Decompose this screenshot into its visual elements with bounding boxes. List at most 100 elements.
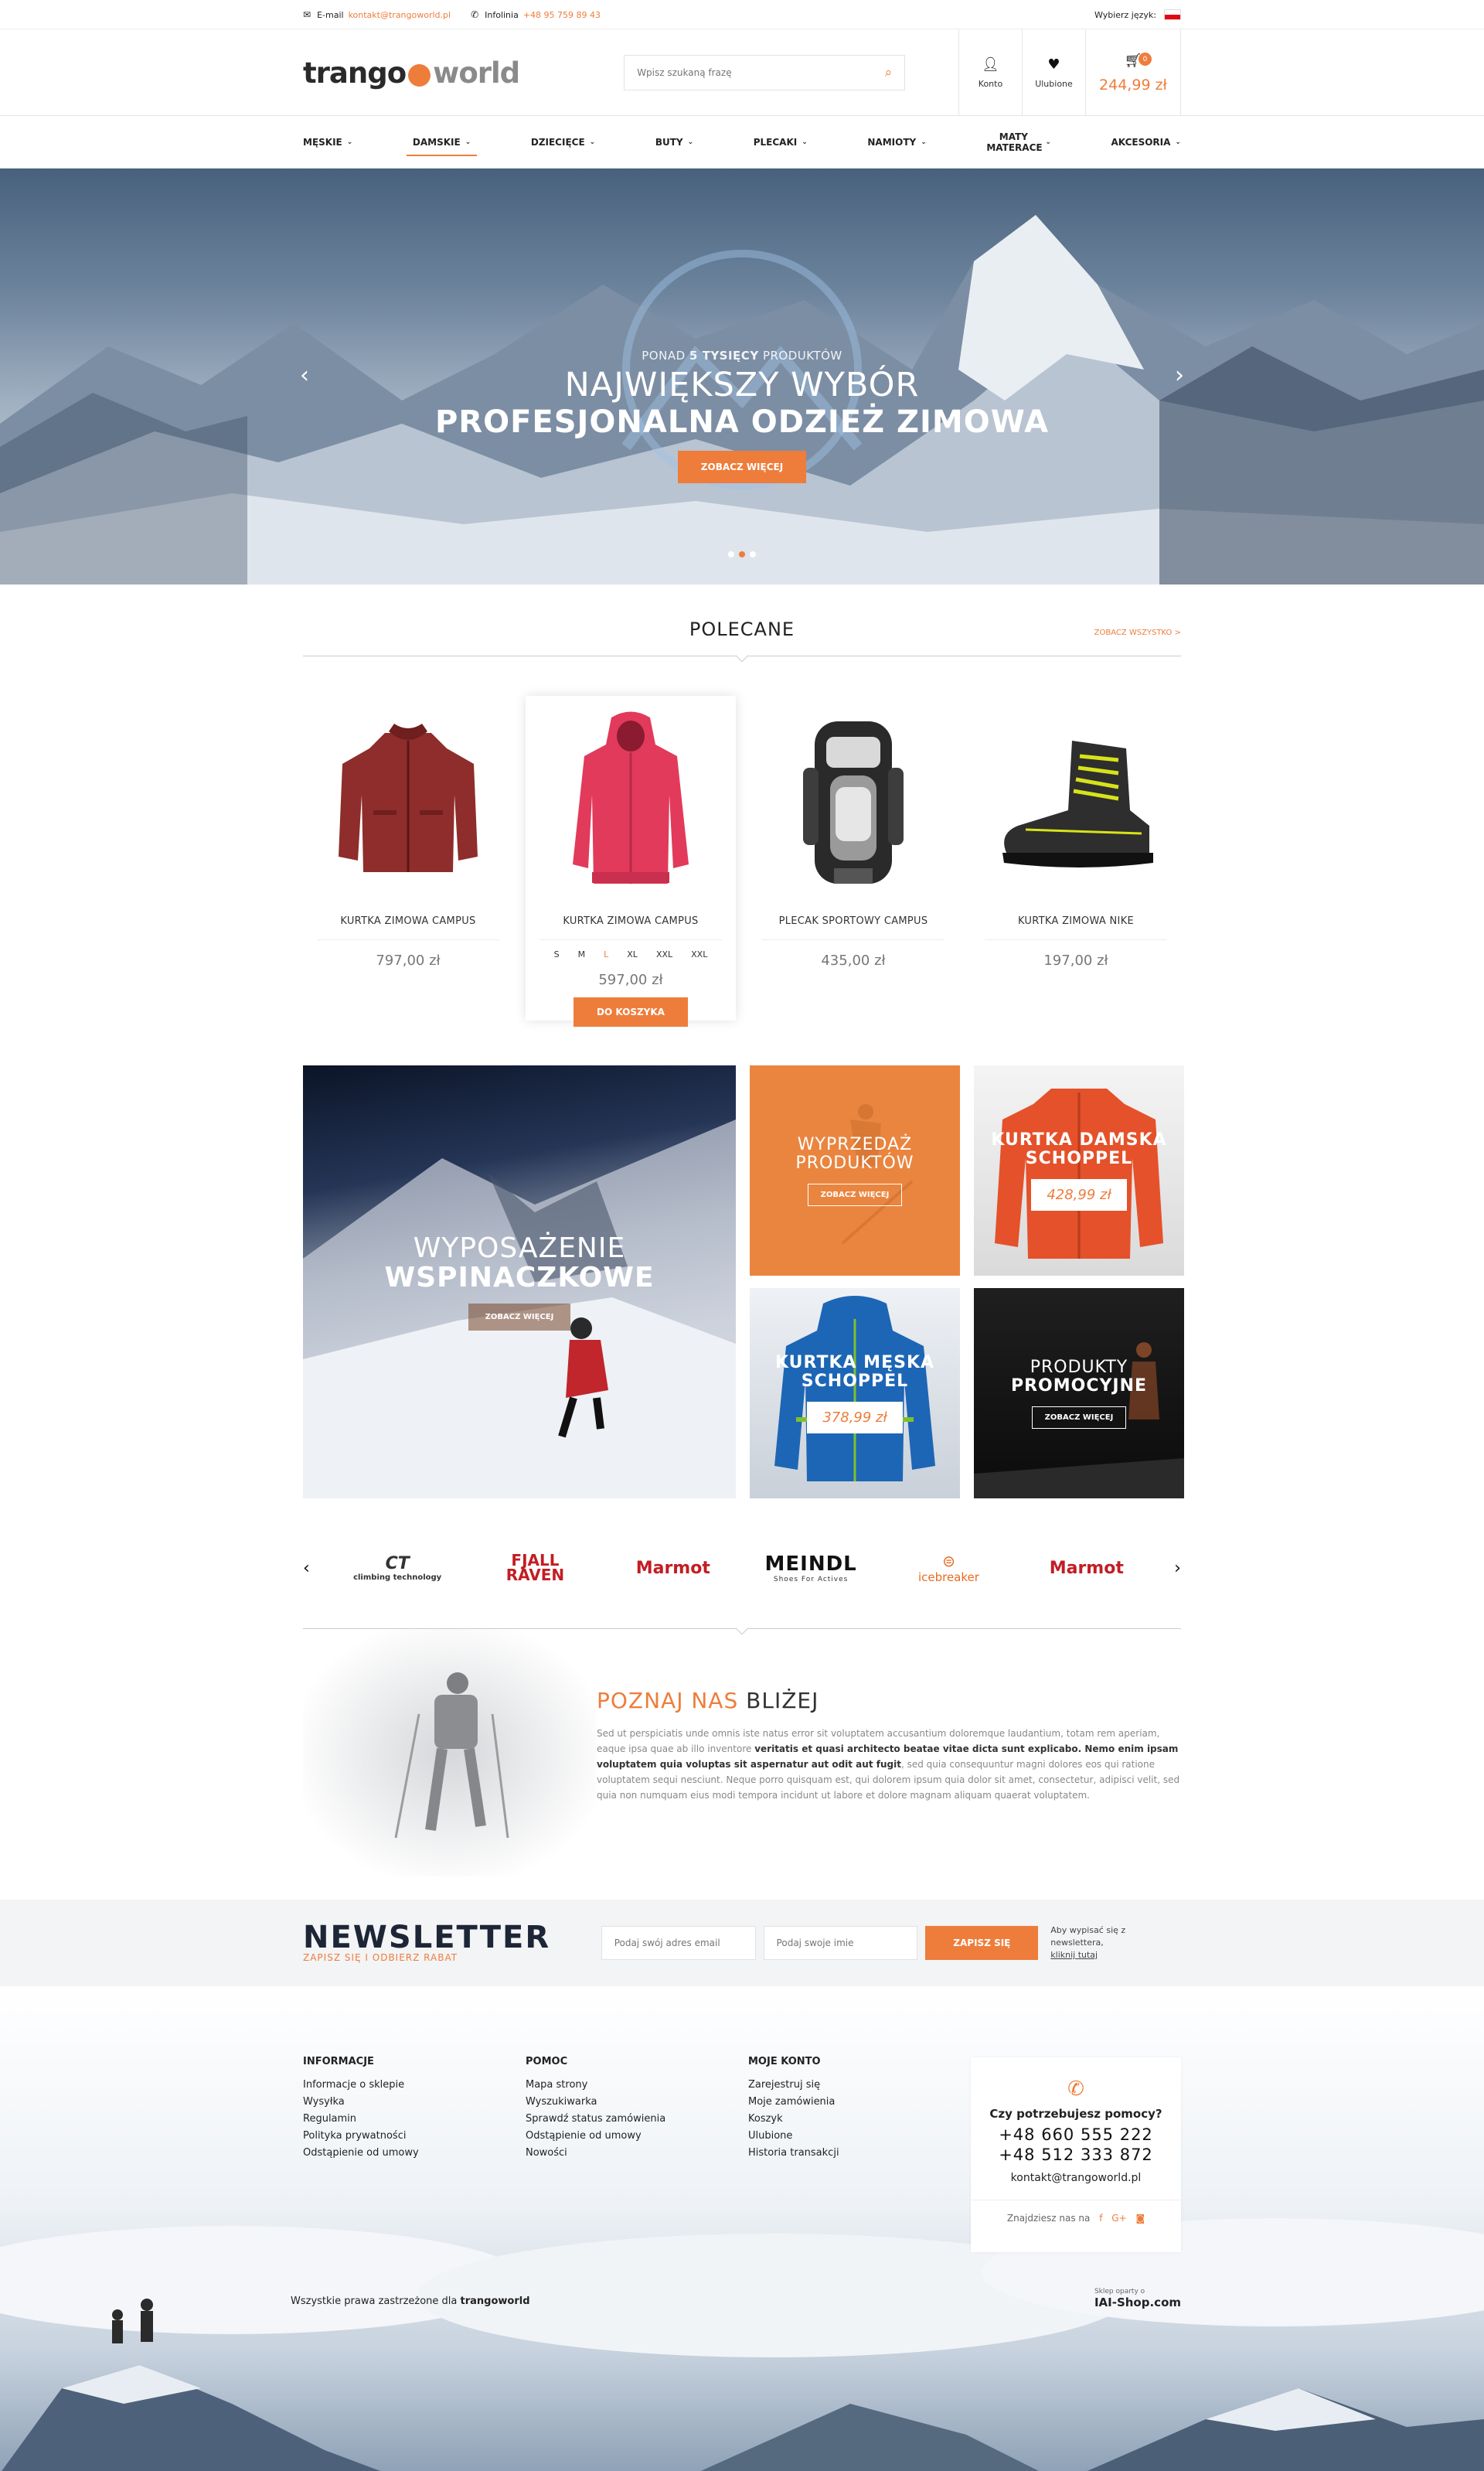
product-name[interactable]: PLECAK SPORTOWY CAMPUS xyxy=(748,915,958,927)
footer-column-my-account: MOJE KONTO Zarejestruj się Moje zamówien… xyxy=(748,2056,971,2162)
product-image[interactable] xyxy=(526,710,736,895)
footer-link[interactable]: Polityka prywatności xyxy=(303,2128,526,2145)
email-link[interactable]: kontakt@trangoworld.pl xyxy=(349,10,451,20)
size-option[interactable]: XXL xyxy=(656,949,672,959)
search-input[interactable] xyxy=(637,67,885,78)
help-phone-1[interactable]: +48 660 555 222 xyxy=(971,2125,1181,2144)
newsletter-name-input[interactable] xyxy=(763,1926,918,1960)
footer-link[interactable]: Regulamin xyxy=(303,2111,526,2128)
help-phone-2[interactable]: +48 512 333 872 xyxy=(971,2146,1181,2164)
product-name[interactable]: KURTKA ZIMOWA NIKE xyxy=(971,915,1181,927)
language-selector[interactable]: Wybierz język: xyxy=(1094,9,1181,20)
footer-link[interactable]: Historia transakcji xyxy=(748,2145,971,2162)
banner-line1: WYPOSAŻENIE xyxy=(413,1232,626,1264)
account-button[interactable]: 👤︎ Konto xyxy=(958,29,1022,116)
footer-link[interactable]: Moje zamówienia xyxy=(748,2094,971,2111)
brands-next-arrow-icon[interactable]: › xyxy=(1174,1559,1181,1578)
banner-button[interactable]: ZOBACZ WIĘCEJ xyxy=(1031,1406,1127,1429)
banner-line1: KURTKA DAMSKA xyxy=(991,1130,1167,1150)
banner-mens-jacket[interactable]: KURTKA MĘSKA SCHOPPEL 378,99 zł xyxy=(750,1288,960,1498)
slide-dot-active[interactable] xyxy=(739,551,745,557)
favorites-button[interactable]: ♥ Ulubione xyxy=(1022,29,1085,116)
hero-cta-button[interactable]: ZOBACZ WIĘCEJ xyxy=(677,451,807,483)
banner-sale[interactable]: WYPRZEDAŻ PRODUKTÓW ZOBACZ WIĘCEJ xyxy=(750,1065,960,1276)
size-option[interactable]: S xyxy=(554,949,560,959)
iai-small-text: Sklep oparty o xyxy=(1094,2288,1145,2295)
google-plus-icon[interactable]: G+ xyxy=(1111,2213,1126,2224)
help-email[interactable]: kontakt@trangoworld.pl xyxy=(971,2172,1181,2184)
size-option[interactable]: XL xyxy=(627,949,638,959)
icebreaker-symbol-icon: ⊜ xyxy=(942,1552,955,1570)
product-card-hovered[interactable]: KURTKA ZIMOWA CAMPUS S M L XL XXL XXL 59… xyxy=(526,696,736,1027)
iai-shop-badge[interactable]: Sklep oparty o IAI-Shop.com xyxy=(1094,2288,1181,2309)
footer-link[interactable]: Informacje o sklepie xyxy=(303,2077,526,2094)
hotline-link[interactable]: +48 95 759 89 43 xyxy=(523,10,601,20)
product-image[interactable] xyxy=(971,710,1181,895)
newsletter-unsubscribe-link[interactable]: kliknij tutaj xyxy=(1050,1950,1098,1960)
nav-label: DZIECIĘCE xyxy=(530,137,585,148)
banner-button[interactable]: ZOBACZ WIĘCEJ xyxy=(807,1183,903,1206)
facebook-icon[interactable]: f xyxy=(1099,2213,1102,2224)
polish-flag-icon[interactable] xyxy=(1164,9,1181,20)
footer-link[interactable]: Zarejestruj się xyxy=(748,2077,971,2094)
add-to-cart-button[interactable]: DO KOSZYKA xyxy=(574,997,688,1027)
brand-logo-marmot[interactable]: Marmot xyxy=(623,1559,723,1578)
nav-label: DAMSKIE xyxy=(412,137,461,148)
footer-link[interactable]: Mapa strony xyxy=(526,2077,748,2094)
see-all-link[interactable]: ZOBACZ WSZYSTKO > xyxy=(1094,629,1181,637)
nav-item-namioty[interactable]: NAMIOTY ⌄ xyxy=(867,116,926,169)
nav-item-plecaki[interactable]: PLECAKI ⌄ xyxy=(754,116,808,169)
slide-dot[interactable] xyxy=(728,551,734,557)
banner-line1: PRODUKTY xyxy=(1030,1357,1128,1377)
footer-link[interactable]: Odstąpienie od umowy xyxy=(303,2145,526,2162)
cart-count-badge: 0 xyxy=(1139,53,1152,66)
brand-logo-icebreaker[interactable]: ⊜ icebreaker xyxy=(898,1552,999,1584)
footer-link[interactable]: Wyszukiwarka xyxy=(526,2094,748,2111)
footer-link[interactable]: Ulubione xyxy=(748,2128,971,2145)
search-icon[interactable]: ⌕ xyxy=(885,65,893,80)
newsletter-subscribe-button[interactable]: ZAPISZ SIĘ xyxy=(925,1926,1039,1960)
banner-womens-jacket[interactable]: KURTKA DAMSKA SCHOPPEL 428,99 zł xyxy=(974,1065,1184,1276)
chevron-down-icon: ⌄ xyxy=(802,138,808,146)
slide-dot[interactable] xyxy=(750,551,756,557)
footer-link[interactable]: Nowości xyxy=(526,2145,748,2162)
banner-button[interactable]: ZOBACZ WIĘCEJ xyxy=(468,1303,571,1331)
size-option[interactable]: M xyxy=(578,949,586,959)
banner-climbing-equipment[interactable]: WYPOSAŻENIE WSPINACZKOWE ZOBACZ WIĘCEJ xyxy=(303,1065,736,1498)
nav-item-damskie[interactable]: DAMSKIE ⌄ xyxy=(406,116,478,169)
brand-subtext: RAVEN xyxy=(505,1566,565,1584)
product-image[interactable] xyxy=(748,710,958,895)
nav-item-meskie[interactable]: MĘSKIE ⌄ xyxy=(303,116,352,169)
nav-item-dzieciece[interactable]: DZIECIĘCE ⌄ xyxy=(531,116,595,169)
brand-text: icebreaker xyxy=(917,1570,979,1584)
product-name[interactable]: KURTKA ZIMOWA CAMPUS xyxy=(303,915,513,927)
footer-link[interactable]: Wysyłka xyxy=(303,2094,526,2111)
logo[interactable]: trango world xyxy=(303,56,520,90)
nav-item-akcesoria[interactable]: AKCESORIA ⌄ xyxy=(1111,116,1181,169)
phone-icon: ✆ xyxy=(471,9,479,20)
brand-logo-marmot[interactable]: Marmot xyxy=(1036,1559,1137,1578)
brands-prev-arrow-icon[interactable]: ‹ xyxy=(303,1559,310,1578)
nav-item-buty[interactable]: BUTY ⌄ xyxy=(655,116,693,169)
product-name[interactable]: KURTKA ZIMOWA CAMPUS xyxy=(526,915,736,927)
nav-item-maty-materace[interactable]: MATY MATERACE ⌄ xyxy=(986,116,1051,169)
cart-button[interactable]: 🛒︎ 0 244,99 zł xyxy=(1085,29,1181,116)
instagram-icon[interactable]: ◙ xyxy=(1135,2213,1145,2224)
newsletter-email-input[interactable] xyxy=(601,1926,756,1960)
banner-promo-products[interactable]: PRODUKTY PROMOCYJNE ZOBACZ WIĘCEJ xyxy=(974,1288,1184,1498)
brand-logo-fjallraven[interactable]: FJALL RAVEN xyxy=(485,1552,585,1584)
brand-logo-climbing-technology[interactable]: CT climbing technology xyxy=(347,1554,448,1582)
product-card[interactable]: KURTKA ZIMOWA NIKE 197,00 zł xyxy=(971,696,1181,1028)
size-option-selected[interactable]: L xyxy=(604,949,608,959)
recommended-header: POLECANE ZOBACZ WSZYSTKO > xyxy=(303,585,1181,665)
product-card[interactable]: PLECAK SPORTOWY CAMPUS 435,00 zł xyxy=(748,696,958,1028)
footer-link[interactable]: Koszyk xyxy=(748,2111,971,2128)
footer-link[interactable]: Odstąpienie od umowy xyxy=(526,2128,748,2145)
product-image[interactable] xyxy=(303,710,513,895)
brand-logo-meindl[interactable]: MEINDL Shoes For Actives xyxy=(761,1552,861,1583)
orange-jacket-image xyxy=(995,1089,1163,1259)
footer-link[interactable]: Sprawdź status zamówienia xyxy=(526,2111,748,2128)
size-option[interactable]: XXL xyxy=(691,949,707,959)
newsletter-title: NEWSLETTER xyxy=(303,1920,551,1955)
product-card[interactable]: KURTKA ZIMOWA CAMPUS 797,00 zł xyxy=(303,696,513,1028)
